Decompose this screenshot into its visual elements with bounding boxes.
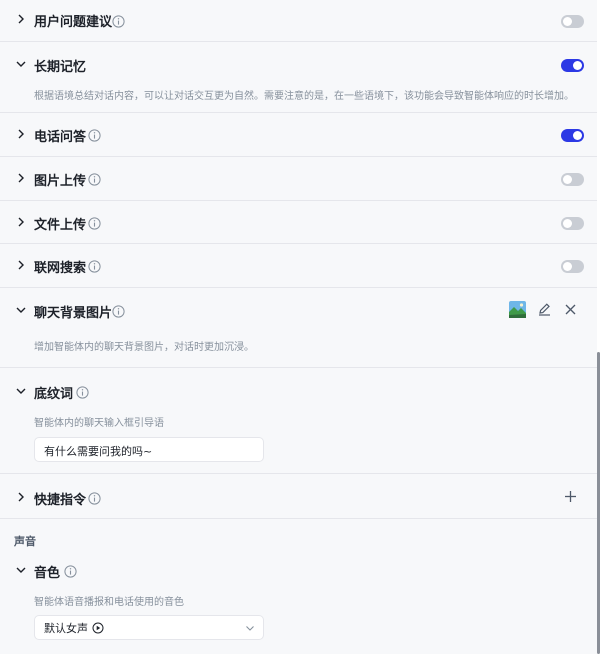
info-icon[interactable] (112, 13, 125, 28)
chevron-right-icon[interactable] (15, 216, 27, 228)
chevron-down-icon[interactable] (15, 385, 27, 397)
info-icon[interactable] (88, 258, 101, 273)
image-upload-toggle[interactable] (561, 173, 584, 186)
chevron-right-icon[interactable] (15, 172, 27, 184)
row-title: 音色 (34, 566, 61, 581)
row-web-search: 联网搜索 (0, 244, 597, 288)
info-icon[interactable] (64, 563, 77, 578)
timbre-select[interactable]: 默认女声 (34, 615, 264, 640)
row-description: 根据语境总结对话内容，可以让对话交互更为自然。需要注意的是，在一些语境下，该功能… (34, 91, 574, 102)
info-icon[interactable] (76, 384, 89, 399)
chevron-right-icon[interactable] (15, 259, 27, 271)
web-search-toggle[interactable] (561, 260, 584, 273)
row-user-question-suggestion: 用户问题建议 (0, 0, 597, 42)
row-description: 智能体内的聊天输入框引导语 (34, 418, 164, 429)
close-icon[interactable] (564, 303, 577, 316)
phone-toggle[interactable] (561, 129, 584, 142)
suggestion-toggle[interactable] (561, 15, 584, 28)
chevron-down-icon (245, 623, 255, 633)
row-image-upload: 图片上传 (0, 157, 597, 201)
info-icon[interactable] (88, 171, 101, 186)
placeholder-input[interactable]: 有什么需要问我的吗~ (34, 437, 264, 462)
chevron-right-icon[interactable] (15, 128, 27, 140)
row-title: 用户问题建议 (34, 15, 113, 30)
row-file-upload: 文件上传 (0, 201, 597, 244)
row-phone-qa: 电话问答 (0, 113, 597, 157)
voice-section-label: 声音 (14, 535, 36, 548)
info-icon[interactable] (88, 215, 101, 230)
info-icon[interactable] (88, 490, 101, 505)
memory-toggle[interactable] (561, 59, 584, 72)
row-title: 文件上传 (34, 218, 87, 233)
chevron-down-icon[interactable] (15, 564, 27, 576)
edit-icon[interactable] (537, 302, 552, 317)
play-icon[interactable] (92, 622, 104, 634)
row-description: 智能体语音播报和电话使用的音色 (34, 597, 184, 608)
row-shortcut-commands: 快捷指令 (0, 474, 597, 519)
row-description: 增加智能体内的聊天背景图片，对话时更加沉浸。 (34, 342, 254, 353)
plus-icon[interactable] (564, 490, 577, 503)
row-input-placeholder: 底纹词 智能体内的聊天输入框引导语 有什么需要问我的吗~ (0, 368, 597, 474)
row-title: 长期记忆 (34, 60, 87, 75)
landscape-thumbnail-icon[interactable] (509, 301, 526, 318)
file-upload-toggle[interactable] (561, 217, 584, 230)
row-timbre: 音色 智能体语音播报和电话使用的音色 默认女声 (0, 556, 597, 654)
row-chat-background: 聊天背景图片 增加智能体内的聊天背景图片，对话时更加沉浸。 (0, 288, 597, 368)
row-title: 快捷指令 (34, 493, 87, 508)
info-icon[interactable] (112, 303, 125, 318)
chevron-down-icon[interactable] (15, 58, 27, 70)
settings-panel: 用户问题建议 长期记忆 根据语境总结对话内容，可以让对话交互更为自然。需要注意的… (0, 0, 597, 654)
row-title: 图片上传 (34, 174, 87, 189)
timbre-selected-value: 默认女声 (44, 621, 88, 635)
chevron-right-icon[interactable] (15, 491, 27, 503)
row-title: 聊天背景图片 (34, 306, 113, 321)
row-title: 底纹词 (34, 387, 74, 402)
row-long-term-memory: 长期记忆 根据语境总结对话内容，可以让对话交互更为自然。需要注意的是，在一些语境… (0, 42, 597, 113)
info-icon[interactable] (88, 127, 101, 142)
chevron-right-icon[interactable] (15, 13, 27, 25)
row-title: 电话问答 (34, 130, 87, 145)
row-title: 联网搜索 (34, 261, 87, 276)
chevron-down-icon[interactable] (15, 304, 27, 316)
